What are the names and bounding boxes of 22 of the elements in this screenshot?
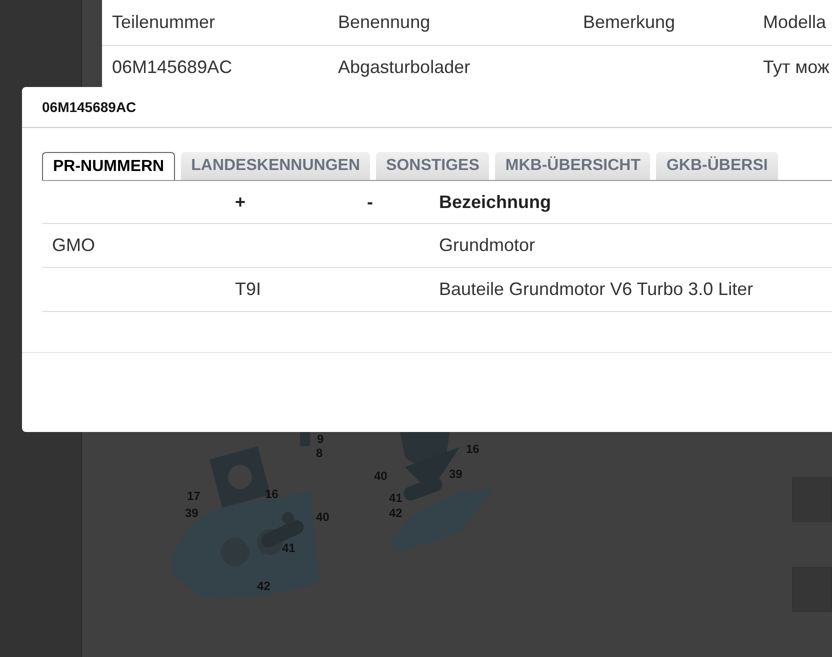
tab[interactable]: GKB-ÜBERSI — [656, 152, 778, 180]
tab[interactable]: SONSTIGES — [376, 152, 490, 180]
table-cell: GMO — [52, 235, 95, 255]
column-header: Bemerkung — [583, 11, 676, 34]
column-header: Modella — [763, 11, 828, 34]
table-cell: 06M145689AC — [112, 56, 232, 76]
column-header: - — [367, 192, 373, 212]
tab[interactable]: LANDESKENNUNGEN — [181, 152, 370, 180]
column-header: Benennung — [338, 11, 432, 34]
tab[interactable]: PR-NUMMERN — [42, 152, 176, 180]
table-cell: Grundmotor — [439, 235, 536, 255]
callout-number: 41 — [282, 542, 296, 554]
table-cell: Bauteile Grundmotor V6 Turbo 3.0 Liter — [439, 279, 754, 299]
column-header: Bezeichnung — [439, 192, 552, 212]
modal-title: 06M145689AC — [42, 98, 136, 116]
column-header: + — [235, 192, 246, 212]
callout-number: 42 — [257, 580, 270, 592]
tab[interactable]: MKB-ÜBERSICHT — [495, 152, 650, 180]
table-cell: Тут мож — [763, 56, 830, 76]
column-header: Teilenummer — [112, 11, 216, 34]
table-cell: T9I — [235, 279, 262, 299]
table-cell: Abgasturbolader — [338, 56, 470, 76]
